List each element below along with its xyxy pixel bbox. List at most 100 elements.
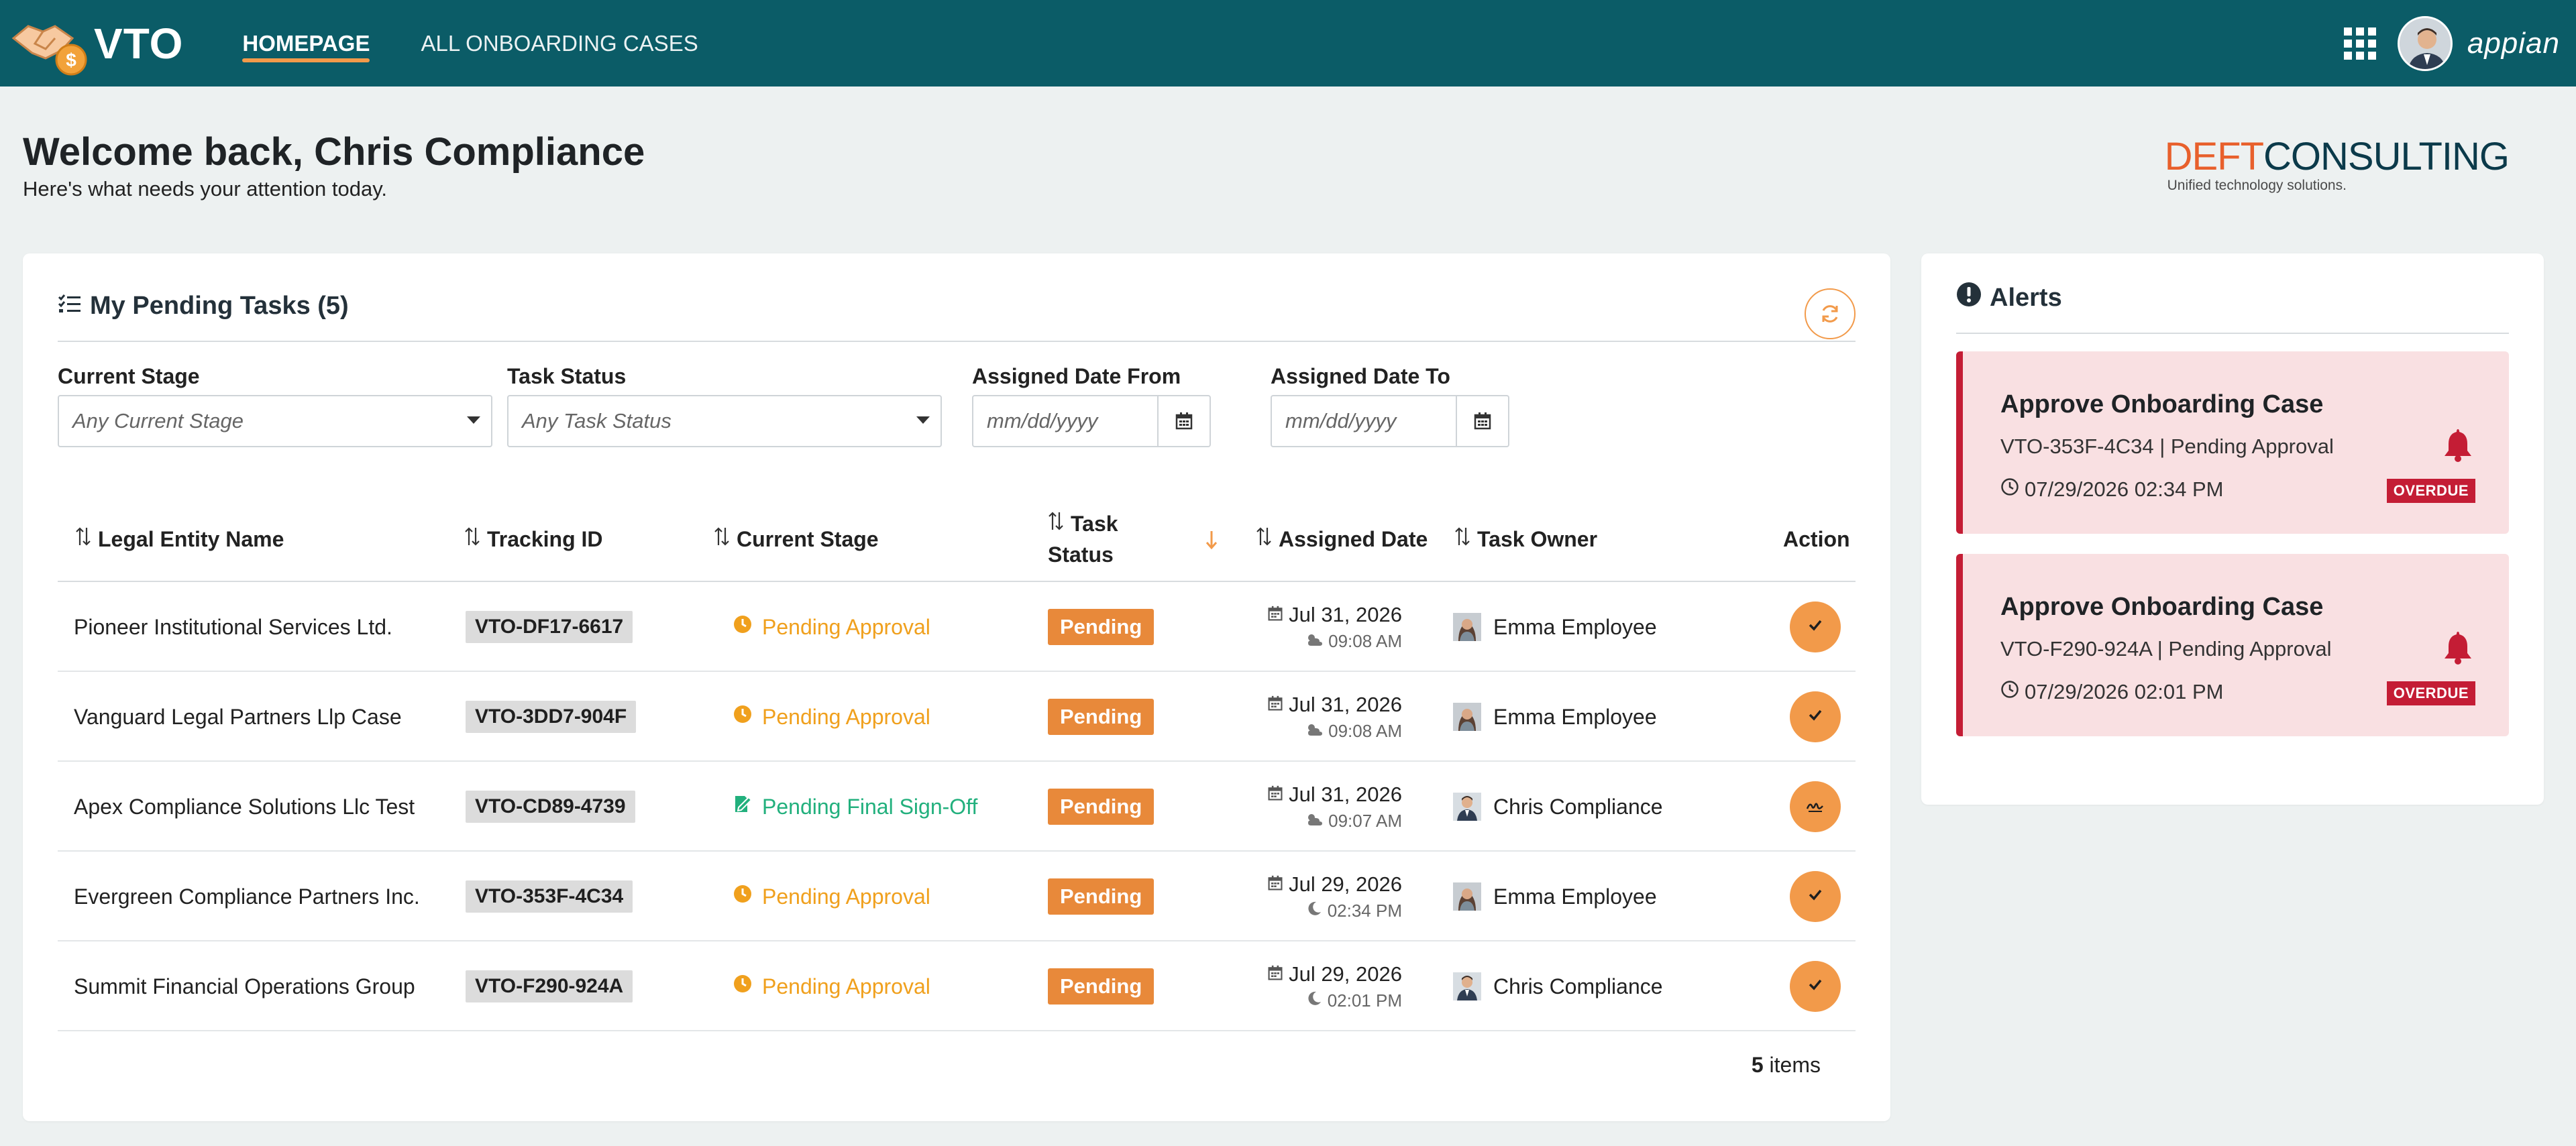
current-stage-placeholder: Any Current Stage <box>72 409 244 433</box>
app-logo[interactable]: $ VTO <box>8 0 183 87</box>
page-title: Welcome back, Chris Compliance <box>23 130 645 174</box>
filter-stage-label: Current Stage <box>58 364 200 388</box>
column-header-task-status[interactable]: Task Status <box>1048 496 1218 582</box>
task-action-button[interactable] <box>1790 601 1841 652</box>
app-launcher-grid-icon[interactable] <box>2343 27 2376 60</box>
column-header-stage[interactable]: Current Stage <box>714 496 879 582</box>
table-row[interactable]: Pioneer Institutional Services Ltd. VTO-… <box>58 582 1856 672</box>
cell-stage: Pending Final Sign-Off <box>733 762 977 852</box>
stage-label: Pending Approval <box>762 974 930 998</box>
clock-icon <box>733 614 753 640</box>
date-from-picker: mm/dd/yyyy <box>972 395 1211 447</box>
tracking-id: VTO-F290-924A <box>466 970 633 1002</box>
column-header-entity[interactable]: Legal Entity Name <box>75 496 284 582</box>
tasks-title-text: My Pending Tasks (5) <box>90 291 349 320</box>
items-count-number: 5 <box>1751 1053 1764 1077</box>
owner-name: Chris Compliance <box>1493 974 1663 998</box>
nav-all-onboarding-cases[interactable]: ALL ONBOARDING CASES <box>421 0 698 87</box>
calendar-icon <box>1267 603 1289 627</box>
task-action-button[interactable] <box>1790 871 1841 922</box>
current-stage-dropdown[interactable]: Any Current Stage <box>58 395 492 447</box>
cell-stage: Pending Approval <box>733 852 930 941</box>
status-badge: Pending <box>1048 699 1155 735</box>
table-row[interactable]: Apex Compliance Solutions Llc Test VTO-C… <box>58 762 1856 852</box>
table-row[interactable]: Summit Financial Operations Group VTO-F2… <box>58 941 1856 1031</box>
bell-icon <box>2440 426 2475 466</box>
date-to-calendar-button[interactable] <box>1457 396 1508 446</box>
status-badge: Pending <box>1048 968 1155 1005</box>
owner-avatar <box>1453 793 1481 821</box>
cell-owner: Chris Compliance <box>1453 762 1663 852</box>
calendar-icon <box>1267 783 1289 807</box>
cell-action <box>1790 672 1841 762</box>
tracking-id: VTO-CD89-4739 <box>466 791 635 823</box>
assigned-date-text: Jul 31, 2026 <box>1289 782 1402 806</box>
refresh-button[interactable] <box>1805 288 1856 339</box>
task-action-button[interactable] <box>1790 781 1841 832</box>
task-action-button[interactable] <box>1790 961 1841 1012</box>
tasks-card-title: My Pending Tasks (5) <box>58 288 349 323</box>
pending-tasks-table: Legal Entity Name Tracking ID Current St… <box>58 496 1856 1031</box>
top-navigation-bar: $ VTO HOMEPAGE ALL ONBOARDING CASES appi… <box>0 0 2576 87</box>
column-label: Task <box>1071 512 1118 536</box>
user-avatar[interactable] <box>2397 15 2453 71</box>
assigned-time: 09:08 AM <box>1305 631 1402 652</box>
assigned-date: Jul 29, 2026 <box>1267 872 1402 897</box>
date-from-input[interactable]: mm/dd/yyyy <box>973 396 1159 446</box>
stage-label: Pending Final Sign-Off <box>762 794 978 819</box>
check-icon <box>1806 615 1825 640</box>
entity-name: Evergreen Compliance Partners Inc. <box>74 884 420 909</box>
owner-name: Emma Employee <box>1493 884 1657 909</box>
filter-date-from: Assigned Date From mm/dd/yyyy <box>972 364 1211 447</box>
alert-time-text: 07/29/2026 02:01 PM <box>2025 680 2224 703</box>
cell-assigned-date: Jul 29, 2026 02:01 PM <box>1249 941 1402 1031</box>
column-header-task-owner[interactable]: Task Owner <box>1454 496 1597 582</box>
task-action-button[interactable] <box>1790 691 1841 742</box>
owner-name: Chris Compliance <box>1493 794 1663 819</box>
items-count-label: items <box>1769 1053 1821 1077</box>
calendar-icon <box>1175 412 1193 430</box>
sort-icon <box>714 526 730 552</box>
sort-icon <box>75 526 91 552</box>
owner-avatar <box>1453 882 1481 911</box>
cell-status: Pending <box>1048 582 1155 672</box>
assigned-time-text: 02:01 PM <box>1327 990 1402 1011</box>
tracking-id: VTO-DF17-6617 <box>466 611 633 643</box>
table-row[interactable]: Evergreen Compliance Partners Inc. VTO-3… <box>58 852 1856 941</box>
column-header-assigned-date[interactable]: Assigned Date <box>1256 496 1428 582</box>
caret-down-icon <box>467 416 480 424</box>
nav-homepage[interactable]: HOMEPAGE <box>242 0 370 87</box>
date-from-calendar-button[interactable] <box>1159 396 1210 446</box>
task-status-dropdown[interactable]: Any Task Status <box>507 395 942 447</box>
assigned-date-text: Jul 29, 2026 <box>1289 872 1402 896</box>
column-label: Tracking ID <box>487 526 603 551</box>
cell-action <box>1790 941 1841 1031</box>
column-label: Task Owner <box>1477 526 1598 551</box>
company-logo: DEFTCONSULTING Unified technology soluti… <box>2165 137 2510 194</box>
column-header-tracking[interactable]: Tracking ID <box>464 496 603 582</box>
column-header-action: Action <box>1783 496 1850 582</box>
table-row[interactable]: Vanguard Legal Partners Llp Case VTO-3DD… <box>58 672 1856 762</box>
moon-icon <box>1306 901 1328 921</box>
assigned-date: Jul 29, 2026 <box>1267 962 1402 986</box>
owner-name: Emma Employee <box>1493 614 1657 639</box>
date-to-input[interactable]: mm/dd/yyyy <box>1272 396 1457 446</box>
main-nav: HOMEPAGE ALL ONBOARDING CASES <box>242 0 749 87</box>
filter-current-stage: Current Stage Any Current Stage <box>58 364 492 447</box>
tracking-id: VTO-3DD7-904F <box>466 701 637 733</box>
assigned-time-text: 09:07 AM <box>1328 810 1402 831</box>
cell-tracking: VTO-3DD7-904F <box>466 672 637 762</box>
column-label: Assigned Date <box>1279 526 1428 551</box>
alert-item[interactable]: Approve Onboarding Case VTO-F290-924A | … <box>1956 554 2509 736</box>
cell-status: Pending <box>1048 672 1155 762</box>
cell-tracking: VTO-353F-4C34 <box>466 852 633 941</box>
cell-assigned-date: Jul 31, 2026 09:08 AM <box>1249 672 1402 762</box>
task-status-placeholder: Any Task Status <box>522 409 672 433</box>
assigned-date: Jul 31, 2026 <box>1267 693 1402 717</box>
refresh-icon <box>1822 305 1838 323</box>
stage-label: Pending Approval <box>762 704 930 729</box>
sort-icon <box>464 526 480 552</box>
alert-item[interactable]: Approve Onboarding Case VTO-353F-4C34 | … <box>1956 351 2509 534</box>
app-name: VTO <box>94 19 184 68</box>
entity-name: Apex Compliance Solutions Llc Test <box>74 794 415 819</box>
